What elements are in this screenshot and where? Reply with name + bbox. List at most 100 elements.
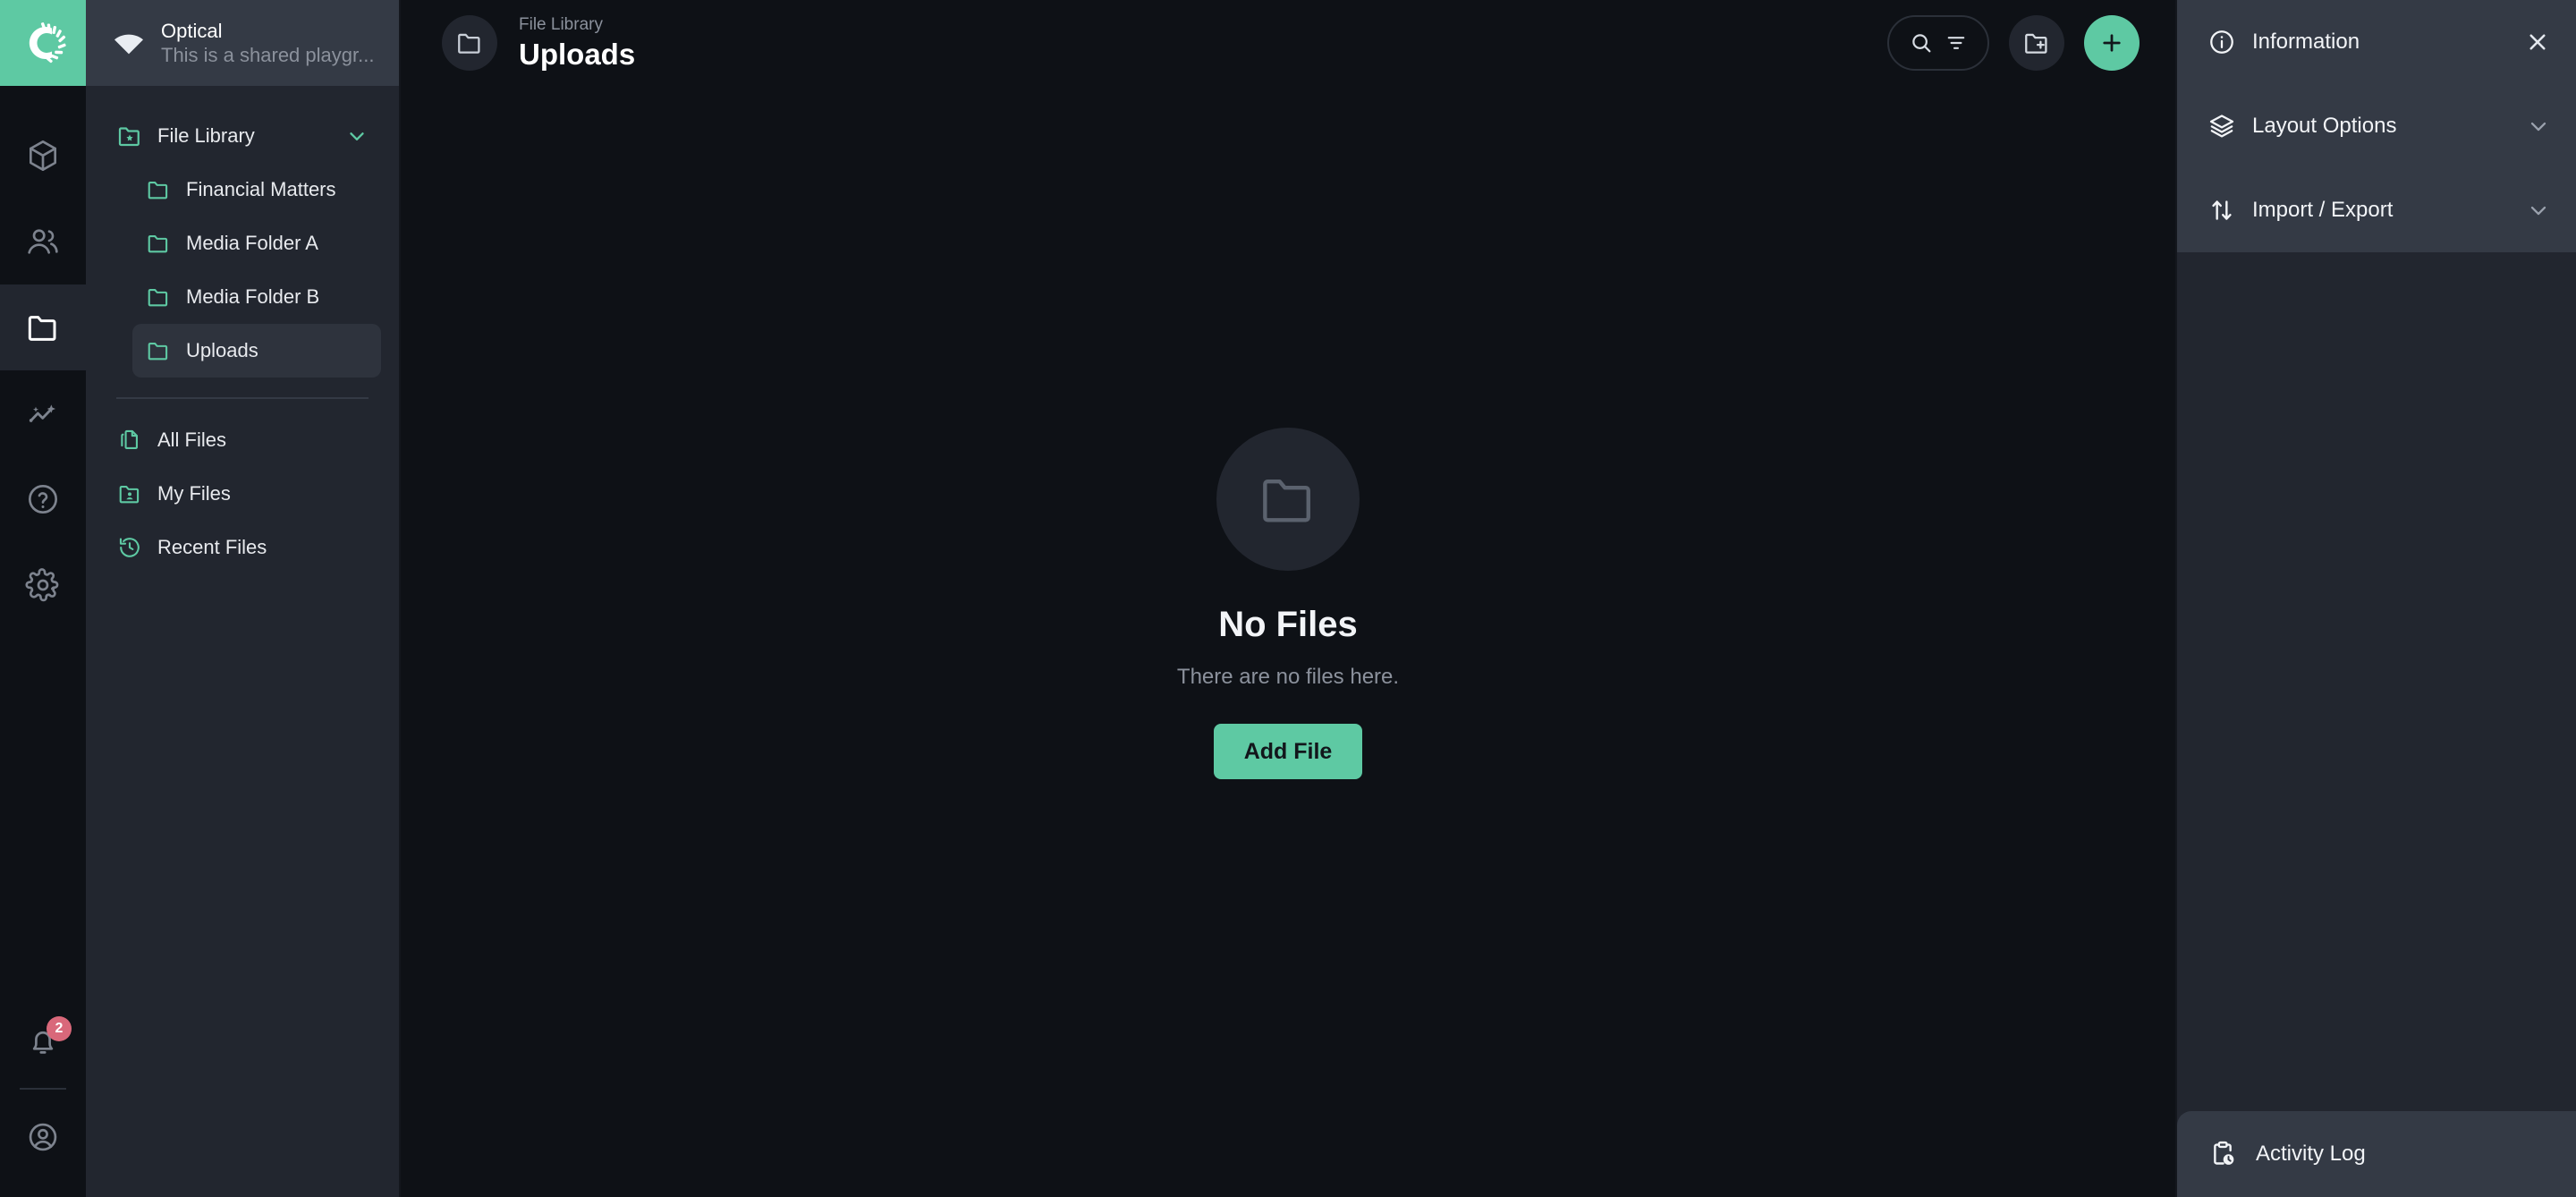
close-icon bbox=[2529, 34, 2546, 50]
sidebar-item-label: Media Folder B bbox=[186, 285, 320, 308]
sidebar-item-media-folder-a[interactable]: Media Folder A bbox=[132, 216, 381, 270]
expand-import-export-button[interactable] bbox=[2526, 198, 2551, 223]
rail-item-help[interactable] bbox=[0, 456, 86, 542]
folder-star-icon bbox=[116, 123, 143, 149]
chevron-down-icon bbox=[2530, 206, 2546, 216]
sidebar-links: All Files My Files Recent Files bbox=[86, 413, 399, 574]
notification-badge: 2 bbox=[47, 1016, 72, 1041]
right-panel-label: Layout Options bbox=[2252, 114, 2397, 138]
add-button[interactable] bbox=[2084, 15, 2140, 71]
sidebar-item-recent-files[interactable]: Recent Files bbox=[104, 521, 381, 574]
filter-icon[interactable] bbox=[1945, 31, 1968, 55]
new-folder-button[interactable] bbox=[2009, 15, 2064, 71]
sidebar-item-label: Uploads bbox=[186, 339, 258, 361]
sidebar-item-media-folder-b[interactable]: Media Folder B bbox=[132, 270, 381, 324]
icon-rail: 2 bbox=[0, 0, 86, 1197]
right-panel-information[interactable]: Information bbox=[2177, 0, 2576, 84]
app-root: 2 Optical This is a shared playgr... Fil… bbox=[0, 0, 2576, 1197]
breadcrumb: File Library Uploads bbox=[519, 14, 635, 72]
folder-glyph bbox=[458, 33, 480, 54]
content-header: File Library Uploads bbox=[401, 0, 2175, 86]
chevron-down-icon[interactable] bbox=[345, 124, 369, 148]
folder-icon bbox=[145, 338, 172, 363]
workspace-name: Optical bbox=[161, 19, 223, 42]
breadcrumb-parent[interactable]: File Library bbox=[519, 14, 635, 37]
cube-icon bbox=[30, 140, 56, 171]
history-clock-icon bbox=[116, 535, 143, 560]
rail-item-insights[interactable] bbox=[0, 370, 86, 456]
folder-user-icon bbox=[116, 481, 143, 506]
folder-plus-icon bbox=[2025, 33, 2047, 54]
chevron-down-icon bbox=[2530, 122, 2546, 132]
workspace-fan-icon bbox=[109, 25, 148, 61]
empty-state-subtitle: There are no files here. bbox=[1176, 665, 1400, 689]
right-panel-label: Information bbox=[2252, 30, 2360, 54]
page-title: Uploads bbox=[519, 38, 636, 72]
notifications-button[interactable]: 2 bbox=[0, 1004, 86, 1081]
sidebar-item-my-files[interactable]: My Files bbox=[104, 467, 381, 521]
right-panel-sections: Information Layout Options Import / Expo… bbox=[2177, 0, 2576, 252]
documents-copy-glyph bbox=[121, 429, 138, 450]
sidebar-item-label: Media Folder A bbox=[186, 232, 318, 254]
layers-icon bbox=[2209, 115, 2234, 138]
help-circle-icon bbox=[28, 484, 58, 514]
folder-icon bbox=[145, 284, 172, 310]
right-panel-layout-options[interactable]: Layout Options bbox=[2177, 84, 2576, 168]
close-panel-button[interactable] bbox=[2524, 29, 2551, 55]
expand-layout-options-button[interactable] bbox=[2526, 114, 2551, 139]
rail-item-files[interactable] bbox=[0, 284, 86, 370]
clipboard-clock-icon bbox=[2214, 1141, 2234, 1165]
search-filter-pill[interactable] bbox=[1887, 15, 1989, 71]
main-content: File Library Uploads No Files There are … bbox=[401, 0, 2175, 1197]
workspace-switcher[interactable]: Optical This is a shared playgr... bbox=[86, 0, 399, 86]
right-panel: Information Layout Options Import / Expo… bbox=[2175, 0, 2576, 1197]
people-icon bbox=[28, 229, 58, 254]
rail-item-models[interactable] bbox=[0, 113, 86, 199]
account-circle-icon bbox=[29, 1123, 57, 1151]
empty-state-icon bbox=[1216, 428, 1360, 571]
folder-user-glyph bbox=[119, 486, 140, 504]
folder-glyph bbox=[148, 182, 168, 200]
rail-bottom: 2 bbox=[0, 1004, 86, 1197]
sidebar-item-label: Financial Matters bbox=[186, 178, 336, 200]
workspace-text: Optical This is a shared playgr... bbox=[161, 19, 379, 68]
activity-log-label: Activity Log bbox=[2256, 1142, 2366, 1166]
plus-icon bbox=[2103, 34, 2121, 52]
sidebar-item-label: My Files bbox=[157, 482, 231, 505]
history-clock-glyph bbox=[119, 538, 140, 557]
sidebar-item-all-files[interactable]: All Files bbox=[104, 413, 381, 467]
workspace-fan-glyph bbox=[114, 34, 143, 55]
right-panel-import-export[interactable]: Import / Export bbox=[2177, 168, 2576, 252]
folder-icon bbox=[28, 316, 56, 341]
folder-star-glyph bbox=[118, 127, 140, 147]
right-panel-label: Import / Export bbox=[2252, 198, 2394, 222]
folder-glyph bbox=[148, 343, 168, 361]
rail-items bbox=[0, 86, 86, 628]
documents-copy-icon bbox=[116, 428, 143, 453]
folder-glyph bbox=[1263, 479, 1310, 522]
empty-state-title: No Files bbox=[1218, 605, 1358, 644]
import-export-arrows-icon bbox=[2212, 200, 2232, 220]
activity-log-button[interactable]: Activity Log bbox=[2177, 1111, 2576, 1197]
rail-item-people[interactable] bbox=[0, 199, 86, 284]
optical-ring-logo-icon bbox=[29, 22, 66, 64]
sidebar-folder-list: Financial Matters Media Folder A Media F… bbox=[104, 163, 381, 378]
add-file-button[interactable]: Add File bbox=[1213, 724, 1363, 779]
info-circle-icon bbox=[2210, 30, 2233, 54]
empty-state: No Files There are no files here. Add Fi… bbox=[1177, 428, 1399, 779]
folder-glyph bbox=[148, 235, 168, 253]
sidebar-nav: File Library Financial Matters Media Fol… bbox=[86, 86, 399, 413]
rail-divider bbox=[20, 1088, 66, 1090]
sidebar-group-label: File Library bbox=[157, 124, 255, 147]
workspace-description: This is a shared playgr... bbox=[161, 44, 375, 66]
sidebar-item-financial-matters[interactable]: Financial Matters bbox=[132, 163, 381, 216]
app-logo[interactable] bbox=[0, 0, 86, 86]
rail-item-settings[interactable] bbox=[0, 542, 86, 628]
account-button[interactable] bbox=[0, 1099, 86, 1176]
insights-sparkle-icon bbox=[29, 404, 55, 422]
sidebar-group-file-library[interactable]: File Library bbox=[104, 109, 381, 163]
search-icon[interactable] bbox=[1909, 30, 1934, 55]
sidebar-item-uploads[interactable]: Uploads bbox=[132, 324, 381, 378]
sidebar: Optical This is a shared playgr... File … bbox=[86, 0, 401, 1197]
sidebar-item-label: Recent Files bbox=[157, 536, 267, 558]
